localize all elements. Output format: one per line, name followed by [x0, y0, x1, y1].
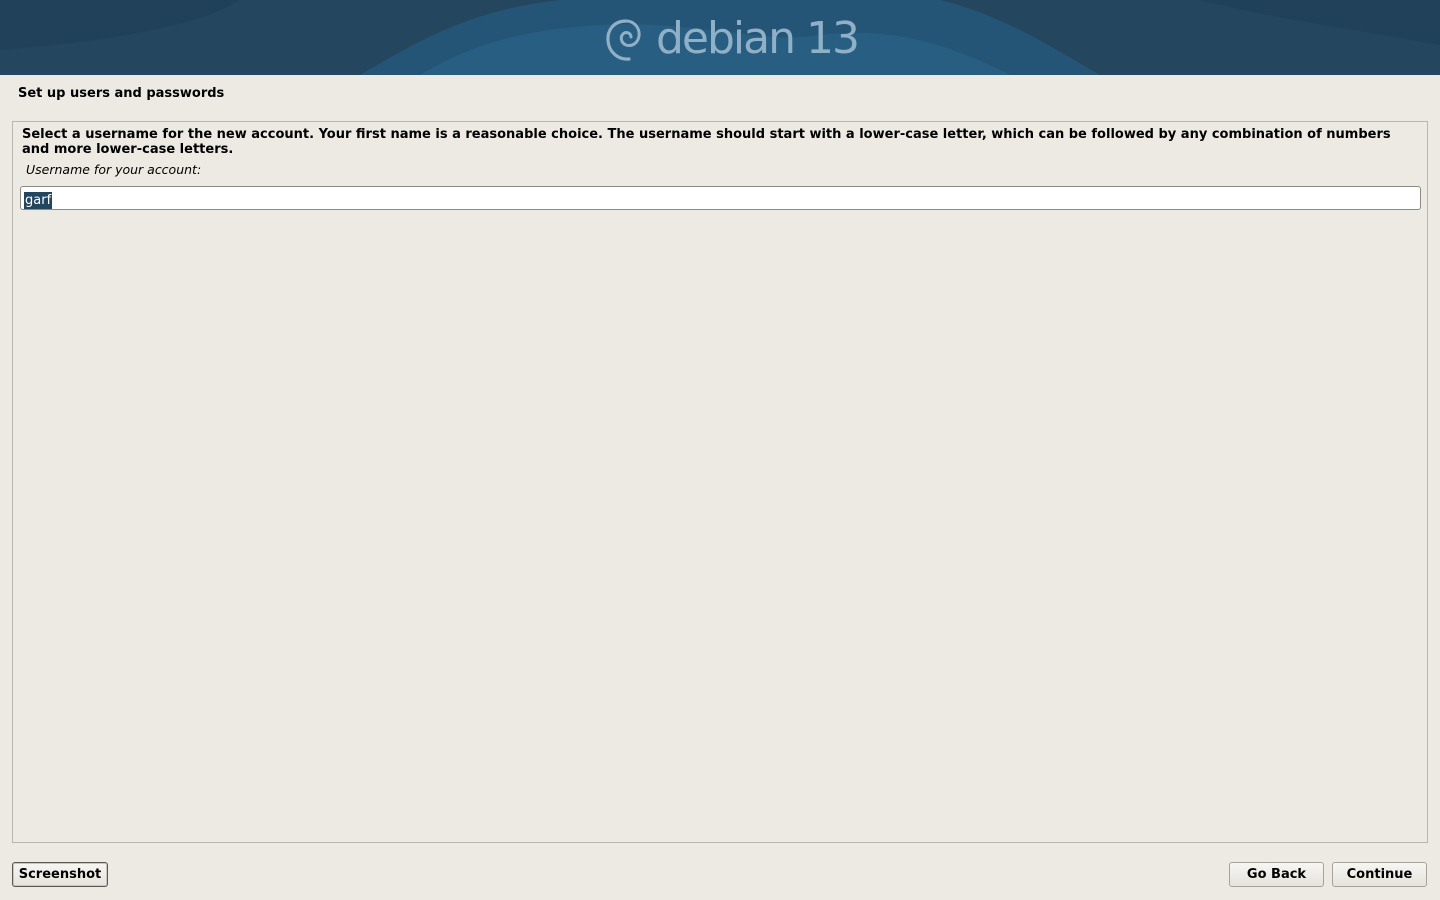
page-title: Set up users and passwords [18, 86, 225, 101]
username-value: garf [24, 192, 53, 209]
logo-text: debian 13 [656, 13, 860, 64]
header-banner: debian 13 [0, 0, 1440, 75]
continue-button[interactable]: Continue [1332, 862, 1427, 887]
go-back-button[interactable]: Go Back [1229, 862, 1324, 887]
description-text: Select a username for the new account. Y… [22, 127, 1391, 157]
screenshot-button[interactable]: Screenshot [12, 862, 108, 887]
content-panel: Select a username for the new account. Y… [12, 121, 1428, 843]
username-input[interactable]: garf [20, 186, 1421, 210]
debian-logo: debian 13 [604, 13, 860, 64]
debian-swirl-icon [606, 19, 641, 61]
username-label: Username for your account: [26, 162, 202, 177]
